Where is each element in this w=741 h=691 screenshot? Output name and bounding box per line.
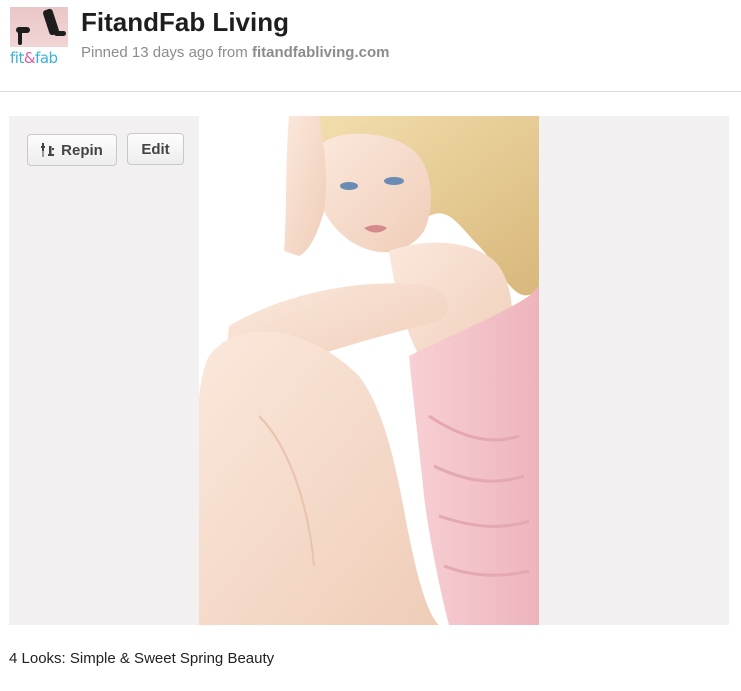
pin-image-area: Repin Edit xyxy=(9,116,729,625)
header-divider xyxy=(0,91,741,92)
avatar-logo: fit&fab xyxy=(10,49,58,67)
pinner-name[interactable]: FitandFab Living xyxy=(81,6,289,38)
repin-icon xyxy=(41,142,55,158)
pin-description: 4 Looks: Simple & Sweet Spring Beauty xyxy=(9,650,275,667)
pinned-time-text: Pinned 13 days ago from xyxy=(81,44,252,61)
edit-label: Edit xyxy=(141,140,170,158)
pin-photo[interactable] xyxy=(199,116,539,625)
pin-photo-illustration xyxy=(199,116,539,625)
repin-label: Repin xyxy=(61,141,103,159)
avatar[interactable]: fit&fab xyxy=(10,7,68,67)
pin-meta: Pinned 13 days ago from fitandfabliving.… xyxy=(81,44,389,61)
repin-button[interactable]: Repin xyxy=(27,134,117,166)
source-link[interactable]: fitandfabliving.com xyxy=(252,44,390,61)
edit-button[interactable]: Edit xyxy=(127,133,184,165)
pin-header: fit&fab FitandFab Living Pinned 13 days … xyxy=(0,0,741,91)
avatar-photo xyxy=(10,7,68,47)
